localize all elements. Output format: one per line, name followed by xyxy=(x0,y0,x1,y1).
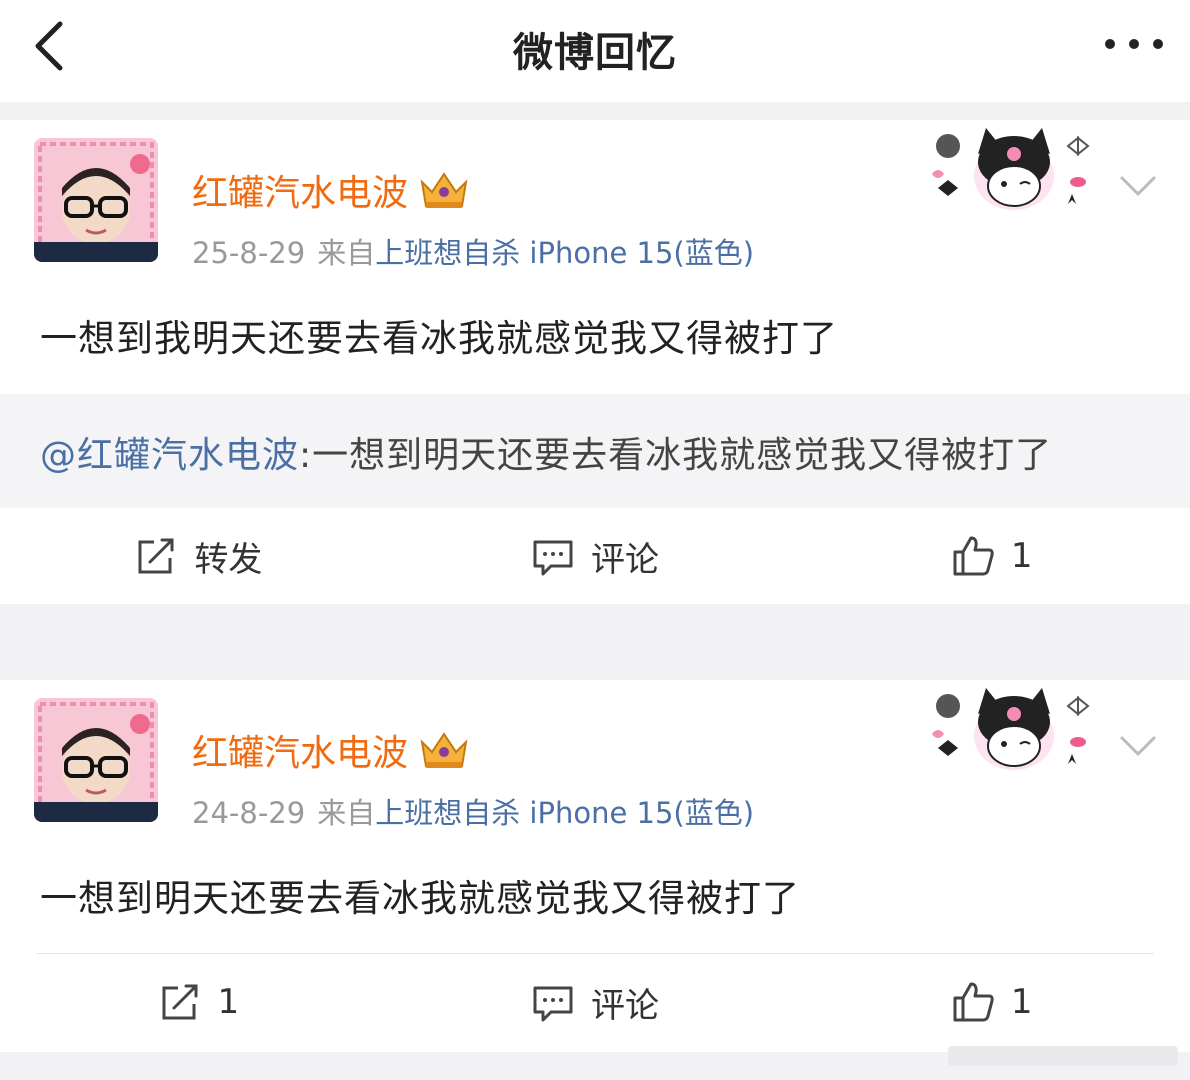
watermark-icon xyxy=(948,1046,1178,1066)
thumbs-up-icon xyxy=(953,982,994,1022)
action-bar: 转发 评论 1 xyxy=(0,508,1190,604)
quoted-text: :一想到明天还要去看冰我就感觉我又得被打了 xyxy=(299,435,1053,476)
vip-crown-icon xyxy=(420,732,468,768)
post-source[interactable]: 上班想自杀 iPhone 15(蓝色) xyxy=(375,236,754,270)
ellipsis-icon[interactable] xyxy=(1102,26,1166,62)
page-title: 微博回忆 xyxy=(513,30,677,76)
kuromi-sticker-icon xyxy=(932,128,1090,210)
action-bar: 1 评论 1 xyxy=(0,954,1190,1050)
post-card: 红罐汽水电波 25-8-29 来自上班想自杀 iPhone 15(蓝色) 一想到我… xyxy=(0,120,1190,604)
thumbs-up-icon xyxy=(953,536,994,576)
username-label: 红罐汽水电波 xyxy=(192,733,409,774)
avatar[interactable] xyxy=(34,138,158,262)
vip-crown-icon xyxy=(420,172,468,208)
post-meta: 24-8-29 来自上班想自杀 iPhone 15(蓝色) xyxy=(192,790,754,832)
post-date: 25-8-29 xyxy=(192,236,306,270)
comment-label: 评论 xyxy=(591,985,659,1026)
avatar[interactable] xyxy=(34,698,158,822)
post-text: 一想到明天还要去看冰我就感觉我又得被打了 xyxy=(40,877,800,920)
repost-button[interactable]: 转发 xyxy=(0,508,397,604)
source-prefix: 来自 xyxy=(317,796,376,830)
like-button[interactable]: 1 xyxy=(793,954,1190,1050)
mention-link[interactable]: @红罐汽水电波 xyxy=(40,435,299,476)
comment-icon xyxy=(533,986,573,1022)
nav-bar: 微博回忆 xyxy=(0,0,1190,102)
username-label: 红罐汽水电波 xyxy=(192,173,409,214)
comment-label: 评论 xyxy=(591,539,659,580)
comment-button[interactable]: 评论 xyxy=(397,954,794,1050)
like-count: 1 xyxy=(1010,536,1033,576)
source-prefix: 来自 xyxy=(317,236,376,270)
post-date: 24-8-29 xyxy=(192,796,306,830)
post-card: 红罐汽水电波 24-8-29 来自上班想自杀 iPhone 15(蓝色) 一想到明… xyxy=(0,680,1190,1052)
comment-button[interactable]: 评论 xyxy=(397,508,794,604)
repost-icon xyxy=(162,984,198,1020)
like-count: 1 xyxy=(1010,982,1033,1022)
repost-count: 1 xyxy=(217,982,240,1022)
post-source[interactable]: 上班想自杀 iPhone 15(蓝色) xyxy=(375,796,754,830)
repost-button[interactable]: 1 xyxy=(0,954,397,1050)
kuromi-sticker-icon xyxy=(932,688,1090,770)
chevron-down-icon[interactable] xyxy=(1118,732,1158,760)
repost-icon xyxy=(138,538,174,574)
comment-icon xyxy=(533,540,573,576)
repost-label: 转发 xyxy=(194,539,263,580)
chevron-down-icon[interactable] xyxy=(1118,172,1158,200)
like-button[interactable]: 1 xyxy=(793,508,1190,604)
quoted-post-text: @红罐汽水电波:一想到明天还要去看冰我就感觉我又得被打了 xyxy=(40,426,1052,478)
post-text: 一想到我明天还要去看冰我就感觉我又得被打了 xyxy=(40,317,838,360)
quoted-post[interactable]: @红罐汽水电波:一想到明天还要去看冰我就感觉我又得被打了 xyxy=(0,394,1190,508)
username[interactable]: 红罐汽水电波 xyxy=(192,724,470,776)
username[interactable]: 红罐汽水电波 xyxy=(192,164,470,216)
post-meta: 25-8-29 来自上班想自杀 iPhone 15(蓝色) xyxy=(192,230,754,272)
